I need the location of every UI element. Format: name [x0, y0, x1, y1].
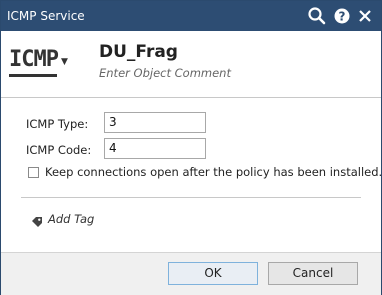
titlebar: ICMP Service ? — [1, 1, 381, 31]
header-divider — [1, 97, 381, 98]
icmp-code-label: ICMP Code: — [26, 143, 92, 157]
icmp-icon-text: ICMP — [9, 47, 59, 72]
object-header: ICMP ▼ DU_Frag Enter Object Comment — [1, 31, 381, 93]
object-name[interactable]: DU_Frag — [99, 42, 178, 62]
icmp-type-label: ICMP Type: — [26, 117, 89, 131]
tag-icon — [31, 213, 43, 227]
svg-text:?: ? — [339, 10, 346, 24]
dialog-footer: OK Cancel — [1, 252, 381, 295]
search-icon[interactable] — [307, 6, 327, 26]
icmp-service-dialog: ICMP Service ? ICMP ▼ DU_Frag Enter Obje… — [0, 0, 382, 295]
icmp-type-input[interactable]: 3 — [104, 112, 206, 133]
keep-connections-checkbox[interactable] — [28, 167, 39, 178]
chevron-down-icon[interactable]: ▼ — [61, 57, 68, 67]
section-divider — [21, 197, 361, 198]
help-icon[interactable]: ? — [332, 6, 352, 26]
icmp-code-input[interactable]: 4 — [104, 138, 206, 159]
keep-connections-label[interactable]: Keep connections open after the policy h… — [45, 165, 382, 179]
ok-button[interactable]: OK — [168, 262, 258, 285]
icmp-icon-underline — [9, 74, 57, 77]
cancel-button[interactable]: Cancel — [268, 262, 358, 285]
object-comment-input[interactable]: Enter Object Comment — [99, 66, 231, 80]
close-icon[interactable] — [355, 6, 375, 26]
window-title: ICMP Service — [7, 9, 85, 23]
icmp-type-icon[interactable]: ICMP ▼ — [9, 45, 71, 79]
add-tag-label: Add Tag — [48, 212, 95, 226]
